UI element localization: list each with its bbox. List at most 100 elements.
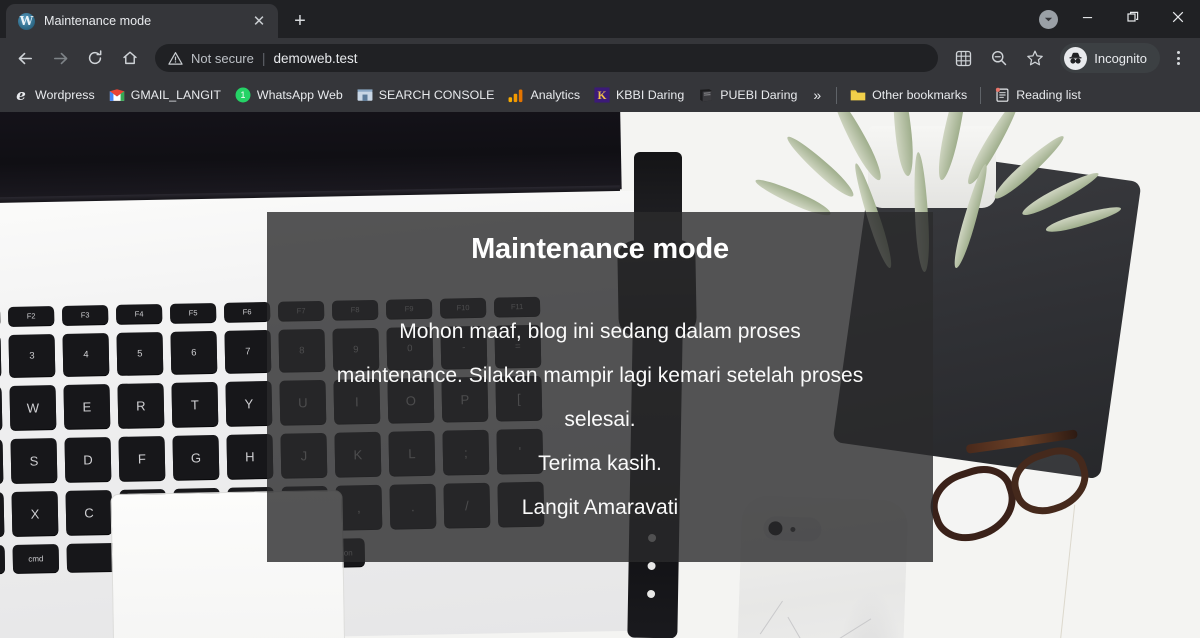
extensions-icon[interactable] xyxy=(946,41,980,75)
kebab-dot xyxy=(1176,62,1180,65)
message-line: maintenance. Silakan mampir lagi kemari … xyxy=(336,364,864,387)
home-button[interactable] xyxy=(113,41,147,75)
kbbi-icon: K xyxy=(594,87,610,103)
key: R xyxy=(117,382,165,428)
chrome-browser-window: W Maintenance mode ✕ + Not secure | demo… xyxy=(0,0,1200,638)
elementor-icon: e xyxy=(16,85,26,104)
close-window-button[interactable] xyxy=(1155,0,1200,34)
key: 6 xyxy=(170,330,218,374)
bookmark-item-gmail-langit[interactable]: GMAIL_LANGIT xyxy=(102,84,228,106)
bookmark-item-whatsapp-web[interactable]: 1 WhatsApp Web xyxy=(228,84,350,106)
new-tab-button[interactable]: + xyxy=(285,6,315,36)
url-text[interactable]: demoweb.test xyxy=(274,51,358,66)
incognito-icon xyxy=(1064,46,1088,70)
bookmarks-bar: e Wordpress GMAIL_LANGIT 1 WhatsApp Web … xyxy=(0,78,1200,112)
bookmarks-overflow-button[interactable]: » xyxy=(804,84,830,106)
key: S xyxy=(10,438,58,483)
band-hole xyxy=(647,589,656,599)
key: Y xyxy=(225,380,273,426)
key: W xyxy=(9,385,57,430)
omnibox-separator: | xyxy=(261,50,266,66)
bookmark-folder-other-bookmarks[interactable]: Other bookmarks xyxy=(843,84,974,106)
key: 2 xyxy=(0,335,2,378)
maintenance-overlay-panel: Maintenance mode Mohon maaf, blog ini se… xyxy=(267,212,933,562)
key: D xyxy=(64,437,112,482)
tabstrip-right-controls xyxy=(1031,0,1200,38)
glasses-lens-left xyxy=(922,457,1026,551)
security-status-label: Not secure xyxy=(191,50,254,66)
back-button[interactable] xyxy=(8,41,42,75)
page-viewport: F1 F2 F3 F4 F5 F6 F7 F8 F9 F10 F11 2 3 4… xyxy=(0,112,1200,638)
key: cmd xyxy=(12,544,60,573)
wordpress-icon: W xyxy=(18,12,35,30)
google-analytics-icon xyxy=(508,87,524,103)
page-title: Maintenance mode xyxy=(471,233,729,265)
kebab-dot xyxy=(1176,51,1180,54)
address-bar[interactable]: Not secure | demoweb.test xyxy=(155,44,939,72)
bookmark-item-puebi-daring[interactable]: PUEBI Daring xyxy=(691,84,804,106)
bookmark-item-search-console[interactable]: SEARCH CONSOLE xyxy=(350,84,502,106)
not-secure-warning-icon xyxy=(168,51,183,66)
bookmarks-divider xyxy=(836,86,838,104)
band-hole xyxy=(647,561,656,571)
forward-button[interactable] xyxy=(43,41,77,75)
key: 4 xyxy=(62,333,110,376)
bookmark-label: SEARCH CONSOLE xyxy=(378,88,495,102)
bookmark-item-kbbi-daring[interactable]: K KBBI Daring xyxy=(587,84,691,106)
chevron-down-icon xyxy=(1038,9,1058,29)
profile-incognito-button[interactable]: Incognito xyxy=(1060,43,1160,73)
gmail-icon xyxy=(109,87,125,103)
close-icon[interactable]: ✕ xyxy=(249,11,269,31)
bookmark-label: Analytics xyxy=(530,88,581,102)
key: F2 xyxy=(7,306,55,326)
key: X xyxy=(11,491,59,536)
bookmark-label: Reading list xyxy=(1016,88,1081,102)
key: G xyxy=(172,434,220,480)
tab-title: Maintenance mode xyxy=(44,14,152,28)
bookmark-item-wordpress[interactable]: e Wordpress xyxy=(6,84,102,106)
restore-button[interactable] xyxy=(1110,0,1155,34)
tab-strip: W Maintenance mode ✕ + xyxy=(0,0,1200,38)
window-controls xyxy=(1065,0,1200,38)
key: E xyxy=(63,384,111,429)
toolbar-right-actions: Incognito xyxy=(946,41,1192,75)
message-line: Terima kasih. xyxy=(538,452,662,475)
message-line: Mohon maaf, blog ini sedang dalam proses xyxy=(399,320,801,343)
key: A xyxy=(0,439,4,484)
key: Q xyxy=(0,386,3,431)
whatsapp-icon: 1 xyxy=(235,87,251,103)
folder-icon xyxy=(850,87,866,103)
star-icon[interactable] xyxy=(1018,41,1052,75)
maintenance-message: Mohon maaf, blog ini sedang dalam proses… xyxy=(320,310,880,530)
profile-label: Incognito xyxy=(1094,50,1147,66)
reading-list-icon xyxy=(994,87,1010,103)
key: F5 xyxy=(169,302,217,323)
key: F3 xyxy=(61,305,109,325)
reload-button[interactable] xyxy=(78,41,112,75)
tab-search-button[interactable] xyxy=(1031,0,1065,38)
book-icon xyxy=(698,87,714,103)
bookmark-label: Wordpress xyxy=(35,88,95,102)
bookmark-label: GMAIL_LANGIT xyxy=(130,88,221,102)
key: F6 xyxy=(223,301,271,322)
browser-tab-maintenance-mode[interactable]: W Maintenance mode ✕ xyxy=(6,4,278,38)
svg-text:K: K xyxy=(598,90,607,102)
browser-toolbar: Not secure | demoweb.test Incognito xyxy=(0,38,1200,78)
minimize-button[interactable] xyxy=(1065,0,1110,34)
key: Z xyxy=(0,492,5,537)
bookmark-label: WhatsApp Web xyxy=(256,88,343,102)
key: 3 xyxy=(8,334,56,377)
message-line: selesai. xyxy=(564,408,636,431)
zoom-out-icon[interactable] xyxy=(982,41,1016,75)
reading-list-button[interactable]: Reading list xyxy=(987,84,1088,106)
kebab-menu-icon[interactable] xyxy=(1164,41,1192,75)
bookmark-item-analytics[interactable]: Analytics xyxy=(501,84,587,106)
search-console-icon xyxy=(357,87,373,103)
kebab-dot xyxy=(1176,56,1180,60)
bookmark-label: PUEBI Daring xyxy=(720,88,798,102)
message-signature: Langit Amaravati xyxy=(521,496,679,519)
bookmarks-divider xyxy=(980,86,982,104)
key: F xyxy=(118,435,166,481)
key: C xyxy=(65,490,113,535)
key: F4 xyxy=(115,304,163,324)
